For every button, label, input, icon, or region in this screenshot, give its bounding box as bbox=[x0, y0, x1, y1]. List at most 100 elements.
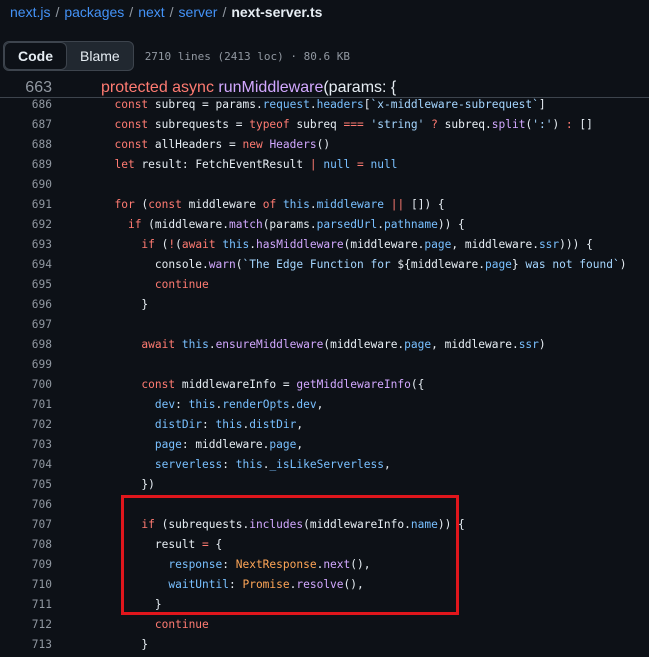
code-line-text: const allHeaders = new Headers() bbox=[101, 135, 330, 155]
code-token: ( bbox=[154, 238, 169, 251]
code-line: 712 continue bbox=[0, 615, 649, 635]
breadcrumb-repo-link[interactable]: next.js bbox=[10, 4, 50, 20]
code-token: ) bbox=[538, 338, 546, 351]
line-number[interactable]: 700 bbox=[12, 375, 52, 395]
code-token: ( bbox=[175, 238, 182, 251]
code-token: runMiddleware bbox=[218, 79, 324, 96]
code-token: page bbox=[269, 438, 297, 451]
code-token: : bbox=[175, 398, 189, 411]
code-token: [ bbox=[363, 98, 371, 111]
line-number[interactable]: 690 bbox=[12, 175, 52, 195]
line-number[interactable]: 663 bbox=[12, 79, 52, 97]
code-line: 699 bbox=[0, 355, 649, 375]
code-token: serverless bbox=[154, 458, 223, 471]
code-token: this bbox=[235, 458, 263, 471]
line-number[interactable]: 692 bbox=[12, 215, 52, 235]
line-number[interactable]: 702 bbox=[12, 415, 52, 435]
code-line: 686 const subreq = params.request.header… bbox=[0, 95, 649, 115]
code-token: this bbox=[215, 418, 243, 431]
line-number[interactable]: 693 bbox=[12, 235, 52, 255]
code-token: distDir bbox=[154, 418, 203, 431]
code-token: `x-middleware-subrequest` bbox=[370, 98, 539, 111]
code-token: dev bbox=[154, 398, 176, 411]
code-token: for bbox=[114, 198, 135, 211]
line-number[interactable]: 687 bbox=[12, 115, 52, 135]
breadcrumb-folder-link[interactable]: next bbox=[138, 4, 164, 20]
code-token: allHeaders = bbox=[148, 138, 243, 151]
line-number[interactable]: 712 bbox=[12, 615, 52, 635]
code-token: warn bbox=[208, 258, 236, 271]
code-token: ) bbox=[619, 258, 627, 271]
code-token: (params. bbox=[262, 218, 317, 231]
line-number[interactable]: 688 bbox=[12, 135, 52, 155]
code-token: if bbox=[141, 238, 155, 251]
line-number[interactable]: 701 bbox=[12, 395, 52, 415]
line-number[interactable]: 706 bbox=[12, 495, 52, 515]
line-number[interactable]: 713 bbox=[12, 635, 52, 655]
code-token: console. bbox=[101, 258, 209, 271]
code-token: new bbox=[242, 138, 263, 151]
blame-view-button[interactable]: Blame bbox=[67, 42, 133, 70]
line-number[interactable]: 711 bbox=[12, 595, 52, 615]
code-line: 703 page: middleware.page, bbox=[0, 435, 649, 455]
code-line: 698 await this.ensureMiddleware(middlewa… bbox=[0, 335, 649, 355]
code-token: : bbox=[202, 418, 216, 431]
breadcrumb-separator: / bbox=[169, 4, 174, 20]
code-token: match bbox=[229, 218, 263, 231]
code-line: 704 serverless: this._isLikeServerless, bbox=[0, 455, 649, 475]
line-number[interactable]: 691 bbox=[12, 195, 52, 215]
code-line-text: continue bbox=[101, 615, 209, 635]
code-token: | bbox=[309, 158, 317, 171]
code-token: () bbox=[316, 138, 331, 151]
line-number[interactable]: 694 bbox=[12, 255, 52, 275]
code-token: ] bbox=[538, 98, 546, 111]
code-line-text: const subreq = params.request.headers[`x… bbox=[101, 95, 546, 115]
line-number[interactable]: 699 bbox=[12, 355, 52, 375]
line-number[interactable]: 707 bbox=[12, 515, 52, 535]
breadcrumb: next.js / packages / next / server / nex… bbox=[10, 3, 322, 21]
line-number[interactable]: 686 bbox=[12, 95, 52, 115]
breadcrumb-current-file: next-server.ts bbox=[231, 4, 323, 20]
code-line: 692 if (middleware.match(params.parsedUr… bbox=[0, 215, 649, 235]
line-number[interactable]: 696 bbox=[12, 295, 52, 315]
code-token: || bbox=[390, 198, 405, 211]
code-token: = bbox=[357, 158, 364, 171]
sticky-scroll-header[interactable]: 663 protected async runMiddleware(params… bbox=[0, 79, 649, 98]
line-number[interactable]: 697 bbox=[12, 315, 52, 335]
code-token: await bbox=[141, 338, 176, 351]
line-number[interactable]: 695 bbox=[12, 275, 52, 295]
code-token: continue bbox=[154, 618, 209, 631]
code-token: . bbox=[377, 218, 384, 231]
code-line-text: } bbox=[101, 295, 148, 315]
code-view-button[interactable]: Code bbox=[4, 42, 67, 70]
code-token: request bbox=[262, 98, 310, 111]
code-line: 705 }) bbox=[0, 475, 649, 495]
code-line-text: console.warn(`The Edge Function for ${mi… bbox=[101, 255, 627, 275]
breadcrumb-folder-link[interactable]: packages bbox=[64, 4, 124, 20]
line-number[interactable]: 709 bbox=[12, 555, 52, 575]
code-line-text: let result: FetchEventResult | null = nu… bbox=[101, 155, 397, 175]
code-token: continue bbox=[154, 278, 209, 291]
code-token: this bbox=[188, 398, 216, 411]
line-number[interactable]: 710 bbox=[12, 575, 52, 595]
code-token: const bbox=[114, 138, 149, 151]
line-number[interactable]: 704 bbox=[12, 455, 52, 475]
line-number[interactable]: 708 bbox=[12, 535, 52, 555]
code-token: middleware bbox=[316, 198, 384, 211]
line-number[interactable]: 705 bbox=[12, 475, 52, 495]
code-token: , middleware. bbox=[431, 338, 519, 351]
code-line-text: for (const middleware of this.middleware… bbox=[101, 195, 444, 215]
line-number[interactable]: 703 bbox=[12, 435, 52, 455]
code-token: } bbox=[101, 298, 149, 311]
line-number[interactable]: 689 bbox=[12, 155, 52, 175]
line-number[interactable]: 698 bbox=[12, 335, 52, 355]
breadcrumb-folder-link[interactable]: server bbox=[179, 4, 218, 20]
code-token: let bbox=[114, 158, 135, 171]
code-token: page bbox=[424, 238, 452, 251]
code-token: page bbox=[484, 258, 512, 271]
breadcrumb-separator: / bbox=[222, 4, 227, 20]
